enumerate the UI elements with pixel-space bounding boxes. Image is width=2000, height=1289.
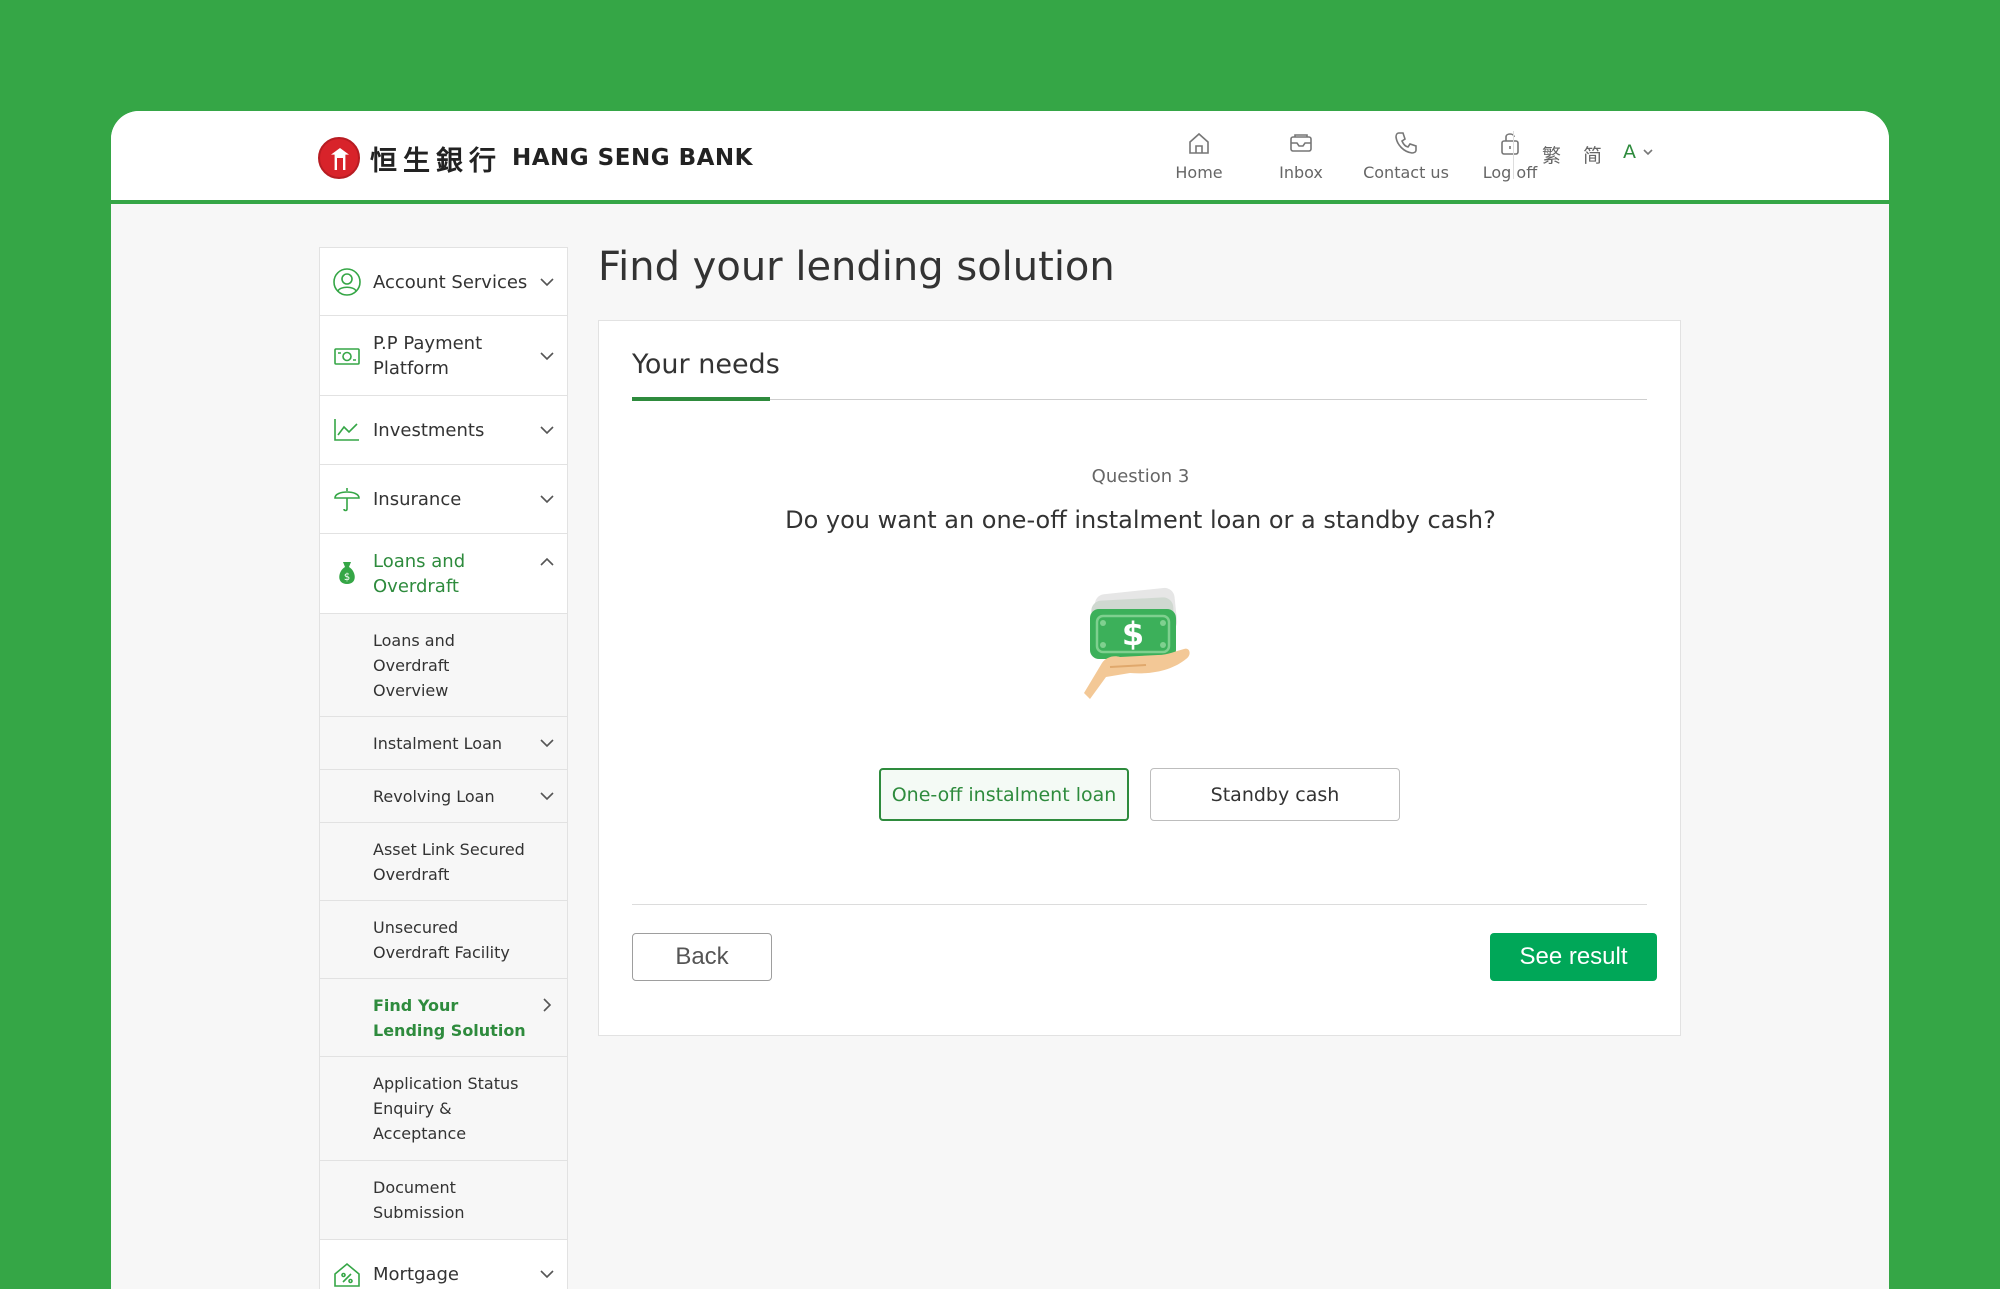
- nav-inbox[interactable]: Inbox: [1246, 129, 1356, 182]
- sidebar-item-label: Account Services: [373, 272, 528, 293]
- question-text: Do you want an one-off instalment loan o…: [785, 506, 1496, 534]
- submenu-item-label: Unsecured Overdraft Facility: [373, 918, 510, 962]
- chevron-down-icon: [540, 495, 554, 504]
- submenu-item-label: Document Submission: [373, 1178, 465, 1222]
- question-card: Your needs Question 3 Do you want an one…: [598, 320, 1681, 1036]
- submenu-item-label: Asset Link Secured Overdraft: [373, 840, 525, 884]
- user-circle-icon: [333, 268, 361, 296]
- logo-english-name: HANG SENG BANK: [512, 145, 753, 171]
- svg-text:$: $: [1122, 615, 1144, 653]
- bank-seal-icon: [318, 137, 360, 179]
- chart-line-icon: [334, 419, 359, 441]
- submenu-item-instalment-loan[interactable]: Instalment Loan: [320, 717, 567, 770]
- sidebar-item-label: Insurance: [373, 489, 462, 510]
- sidebar-item-label: Investments: [373, 420, 485, 441]
- lang-traditional[interactable]: 繁: [1542, 141, 1561, 168]
- money-bag-icon: $: [339, 562, 355, 584]
- option-one-off-instalment-loan[interactable]: One-off instalment loan: [879, 768, 1129, 821]
- sidebar-item-label: Loans and Overdraft: [373, 551, 466, 597]
- submenu-item-find-lending-solution[interactable]: Find Your Lending Solution: [320, 979, 567, 1057]
- option-standby-cash[interactable]: Standby cash: [1150, 768, 1400, 821]
- submenu-item-label: Find Your Lending Solution: [373, 996, 526, 1040]
- sidebar-item-mortgage[interactable]: Mortgage: [320, 1240, 567, 1289]
- bank-logo[interactable]: 恒生銀行 HANG SENG BANK: [318, 135, 753, 181]
- chevron-down-icon: [540, 792, 554, 801]
- nav-contact-label: Contact us: [1363, 163, 1449, 182]
- sidebar-item-label: P.P Payment Platform: [373, 333, 483, 379]
- umbrella-icon: [334, 488, 360, 512]
- chevron-down-icon: [540, 426, 554, 435]
- submenu-item-document-submission[interactable]: Document Submission: [320, 1161, 567, 1240]
- sidebar-item-payment-platform[interactable]: P.P Payment Platform: [320, 316, 567, 396]
- sidebar-menu: Account Services P.P Payment Platform In…: [319, 247, 568, 1289]
- nav-logoff-label: Log off: [1482, 163, 1538, 182]
- nav-home[interactable]: Home: [1144, 129, 1254, 182]
- chevron-down-icon: [540, 278, 554, 287]
- tab-divider: [632, 399, 1647, 400]
- submenu-item-loans-overview[interactable]: Loans and Overdraft Overview: [320, 614, 567, 717]
- submenu-item-label: Revolving Loan: [373, 787, 495, 806]
- sidebar-item-loans-overdraft[interactable]: $ Loans and Overdraft: [320, 534, 567, 614]
- top-header: 恒生銀行 HANG SENG BANK Home Inbox Contact u…: [111, 111, 1889, 204]
- submenu-item-label: Application Status Enquiry & Acceptance: [373, 1074, 519, 1143]
- see-result-button[interactable]: See result: [1490, 933, 1657, 981]
- sidebar-item-investments[interactable]: Investments: [320, 396, 567, 465]
- svg-text:$: $: [344, 572, 350, 583]
- chevron-down-icon: [540, 352, 554, 361]
- header-divider: [1513, 131, 1514, 179]
- lang-simplified[interactable]: 简: [1583, 141, 1602, 168]
- page-title: Find your lending solution: [598, 244, 1115, 290]
- payment-icon: [334, 348, 360, 365]
- home-icon: [1189, 132, 1209, 154]
- submenu-item-application-status[interactable]: Application Status Enquiry & Acceptance: [320, 1057, 567, 1161]
- inbox-icon: [1290, 134, 1312, 152]
- logo-chinese-name: 恒生銀行: [370, 145, 502, 177]
- phone-icon: [1395, 132, 1417, 154]
- font-size-selector[interactable]: A: [1623, 141, 1655, 163]
- sidebar-item-label: Mortgage: [373, 1264, 459, 1285]
- card-divider: [632, 904, 1647, 905]
- nav-contact[interactable]: Contact us: [1351, 129, 1461, 182]
- tab-your-needs[interactable]: Your needs: [632, 349, 780, 380]
- submenu-item-label: Loans and Overdraft Overview: [373, 631, 455, 700]
- tab-active-indicator: [632, 397, 770, 401]
- nav-inbox-label: Inbox: [1279, 163, 1323, 182]
- house-percent-icon: [334, 1262, 360, 1287]
- unlock-icon: [1501, 133, 1519, 155]
- submenu-item-revolving-loan[interactable]: Revolving Loan: [320, 770, 567, 823]
- nav-home-label: Home: [1175, 163, 1223, 182]
- submenu-item-unsecured-overdraft[interactable]: Unsecured Overdraft Facility: [320, 901, 567, 979]
- hand-holding-cash-icon: $: [1084, 587, 1190, 699]
- font-size-label: A: [1623, 141, 1636, 163]
- sidebar-item-account-services[interactable]: Account Services: [320, 248, 567, 316]
- chevron-down-icon: [540, 1270, 554, 1279]
- chevron-down-icon: [540, 739, 554, 748]
- sidebar-item-insurance[interactable]: Insurance: [320, 465, 567, 534]
- chevron-up-icon: [540, 557, 554, 566]
- submenu-item-asset-link[interactable]: Asset Link Secured Overdraft: [320, 823, 567, 901]
- chevron-down-icon: [1643, 149, 1653, 156]
- question-number: Question 3: [1091, 466, 1190, 487]
- chevron-right-icon: [543, 998, 552, 1012]
- back-button[interactable]: Back: [632, 933, 772, 981]
- browser-window: 恒生銀行 HANG SENG BANK Home Inbox Contact u…: [111, 111, 1889, 1289]
- submenu-item-label: Instalment Loan: [373, 734, 503, 753]
